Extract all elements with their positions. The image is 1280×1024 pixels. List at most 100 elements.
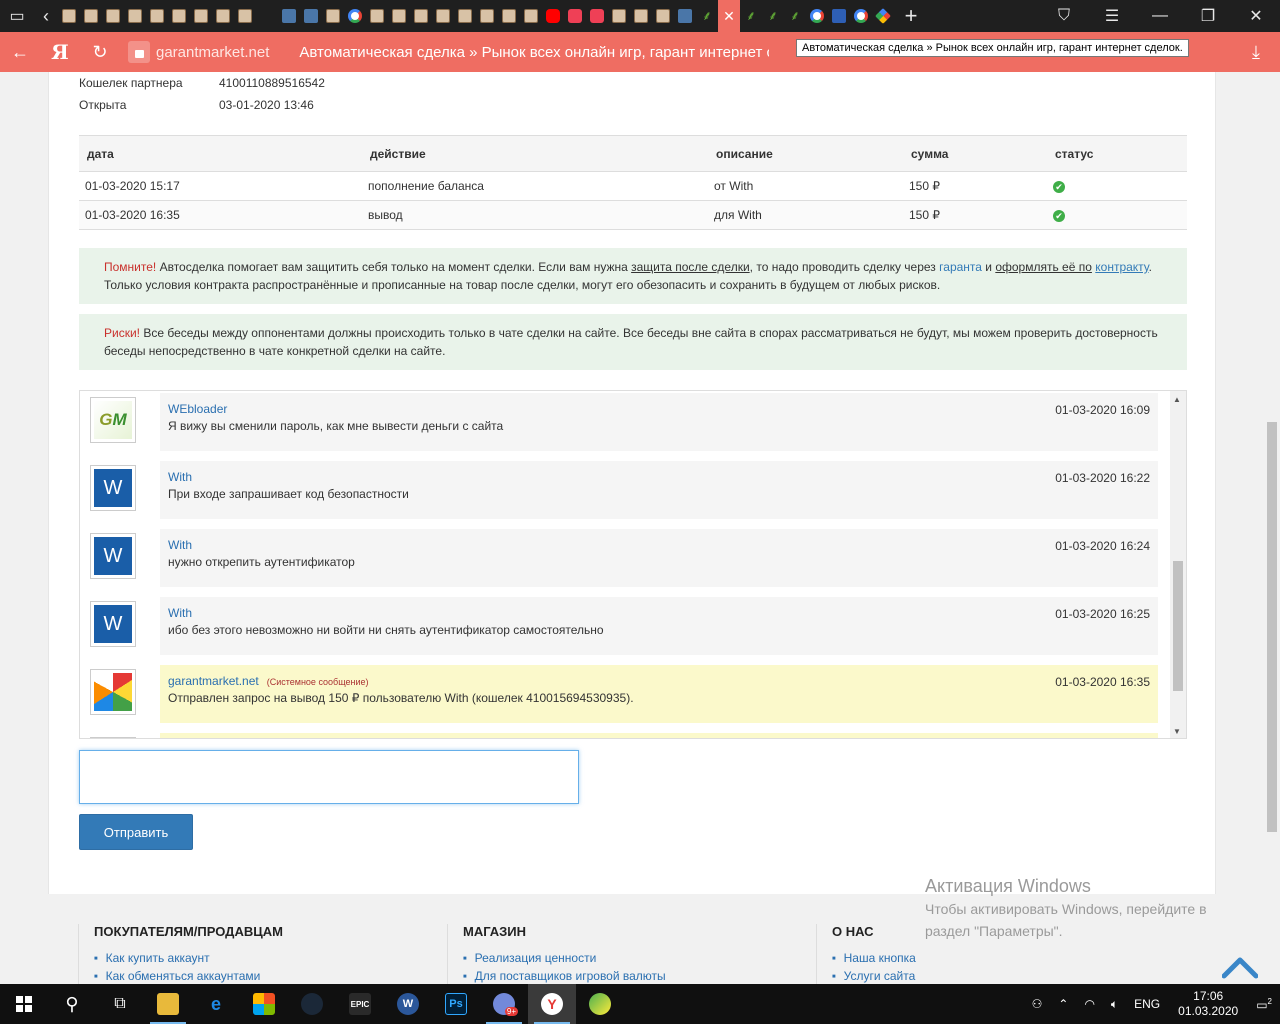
footer-link[interactable]: Услуги сайта [832,969,1156,983]
chat-scroll-thumb[interactable] [1173,561,1183,691]
contract-link[interactable]: оформлять её по [995,260,1092,274]
browser-tab[interactable]: ⸙ [784,0,806,32]
yandex-logo[interactable]: Я [40,32,80,72]
protection-after-deal-link[interactable]: защита после сделки [631,260,750,274]
message-input[interactable] [79,750,579,804]
browser-tab[interactable] [454,0,476,32]
browser-tab[interactable] [234,0,256,32]
scroll-up-arrow-icon[interactable]: ▲ [1173,395,1181,404]
search-icon[interactable]: ⚲ [48,984,96,1024]
bookmarks-icon[interactable]: ⛉ [1040,0,1088,32]
page-title[interactable]: Автоматическая сделка » Рынок всех онлай… [299,44,769,61]
minimize-icon[interactable]: — [1136,0,1184,32]
deal-chat[interactable]: GM WEbloader 01-03-2020 16:09 Я вижу вы … [79,390,1187,739]
scroll-to-top-icon[interactable] [1222,950,1258,980]
browser-tab[interactable] [278,0,300,32]
footer-link[interactable]: Для поставщиков игровой валюты [463,969,817,983]
browser-tab[interactable] [498,0,520,32]
tab-manager-icon[interactable]: ▭ [0,0,34,32]
browser-tab[interactable] [410,0,432,32]
word-icon[interactable]: W [384,984,432,1024]
network-icon[interactable]: ◠ [1076,997,1102,1011]
lock-icon[interactable] [128,41,150,63]
clock[interactable]: 17:06 01.03.2020 [1168,989,1248,1019]
restore-icon[interactable]: ❐ [1184,0,1232,32]
language-indicator[interactable]: ENG [1126,997,1168,1011]
page-scrollbar[interactable] [1264,72,1280,984]
photoshop-icon[interactable]: Ps [432,984,480,1024]
scroll-tabs-left-icon[interactable]: ‹ [34,0,58,32]
url-domain[interactable]: garantmarket.net [156,44,269,61]
new-tab-icon[interactable]: + [894,0,928,32]
browser-tab[interactable] [872,0,894,32]
contract-link-2[interactable]: контракту [1095,260,1148,274]
browser-tab[interactable] [850,0,872,32]
close-window-icon[interactable]: ✕ [1232,0,1280,32]
message-author[interactable]: With [168,606,192,620]
page-scroll-thumb[interactable] [1267,422,1277,832]
edge-icon[interactable]: e [192,984,240,1024]
browser-tab[interactable] [344,0,366,32]
send-button[interactable]: Отправить [79,814,193,850]
browser-tab[interactable] [30,0,1138,667]
browser-tab[interactable] [608,0,630,32]
browser-tab[interactable] [652,0,674,32]
browser-tab[interactable] [124,0,146,32]
people-icon[interactable]: ⚇ [1024,997,1051,1011]
discord-icon[interactable]: 9+ [480,984,528,1024]
chat-scrollbar[interactable]: ▲ ▼ [1170,391,1186,738]
show-hidden-icons-icon[interactable]: ⌃ [1050,997,1076,1011]
reload-icon[interactable]: ↻ [80,32,120,72]
browser-tab[interactable] [58,0,80,32]
browser-tab[interactable] [168,0,190,32]
scroll-down-arrow-icon[interactable]: ▼ [1173,727,1181,736]
notifications-icon[interactable]: ▭2 [1248,997,1280,1012]
browser-tab[interactable] [80,0,102,32]
footer-link[interactable]: Как купить аккаунт [94,951,448,965]
store-icon[interactable] [240,984,288,1024]
steam-icon[interactable] [288,984,336,1024]
yandex-browser-icon[interactable]: Y [528,984,576,1024]
message-author[interactable]: WEbloader [168,402,227,416]
active-tab-close-icon[interactable]: ✕ [718,0,740,32]
browser-tab[interactable] [520,0,542,32]
footer-link[interactable]: Реализация ценности [463,951,817,965]
volume-icon[interactable]: 🔈︎ [1103,997,1126,1012]
browser-tab[interactable] [190,0,212,32]
browser-tab[interactable]: ⸙ [762,0,784,32]
back-arrow-icon[interactable]: ← [0,32,40,72]
browser-tab[interactable] [806,0,828,32]
browser-tab[interactable] [212,0,234,32]
browser-tab[interactable] [322,0,344,32]
message-author[interactable]: With [168,538,192,552]
browser-tab[interactable] [564,0,586,32]
menu-icon[interactable]: ☰ [1088,0,1136,32]
browser-tab[interactable] [674,0,696,32]
browser-tab[interactable] [586,0,608,32]
message-author[interactable]: With [168,470,192,484]
start-button[interactable] [0,984,48,1024]
browser-tab[interactable] [300,0,322,32]
download-icon[interactable]: ⤓ [1232,32,1280,72]
browser-tab[interactable] [146,0,168,32]
browser-tab[interactable]: ⸙ [740,0,762,32]
game-app-icon[interactable] [576,984,624,1024]
w-avatar-icon: W [94,537,132,575]
browser-tab[interactable] [828,0,850,32]
browser-tab[interactable] [366,0,388,32]
footer-link[interactable]: Наша кнопка [832,951,1156,965]
browser-tab[interactable] [102,0,124,32]
browser-tab[interactable]: ⸙ [696,0,718,32]
footer-link[interactable]: Как обменяться аккаунтами [94,969,448,983]
message-author[interactable]: garantmarket.net [168,674,259,688]
browser-tab[interactable] [476,0,498,32]
browser-tab[interactable] [432,0,454,32]
task-view-icon[interactable]: ⧉ [96,984,144,1024]
guarantor-link[interactable]: гаранта [939,260,982,274]
file-explorer-icon[interactable] [144,984,192,1024]
browser-tab[interactable] [630,0,652,32]
browser-tab[interactable] [542,0,564,32]
epic-games-icon[interactable]: EPIC [336,984,384,1024]
browser-tab[interactable] [388,0,410,32]
rubiks-cube-avatar-icon [94,673,132,711]
